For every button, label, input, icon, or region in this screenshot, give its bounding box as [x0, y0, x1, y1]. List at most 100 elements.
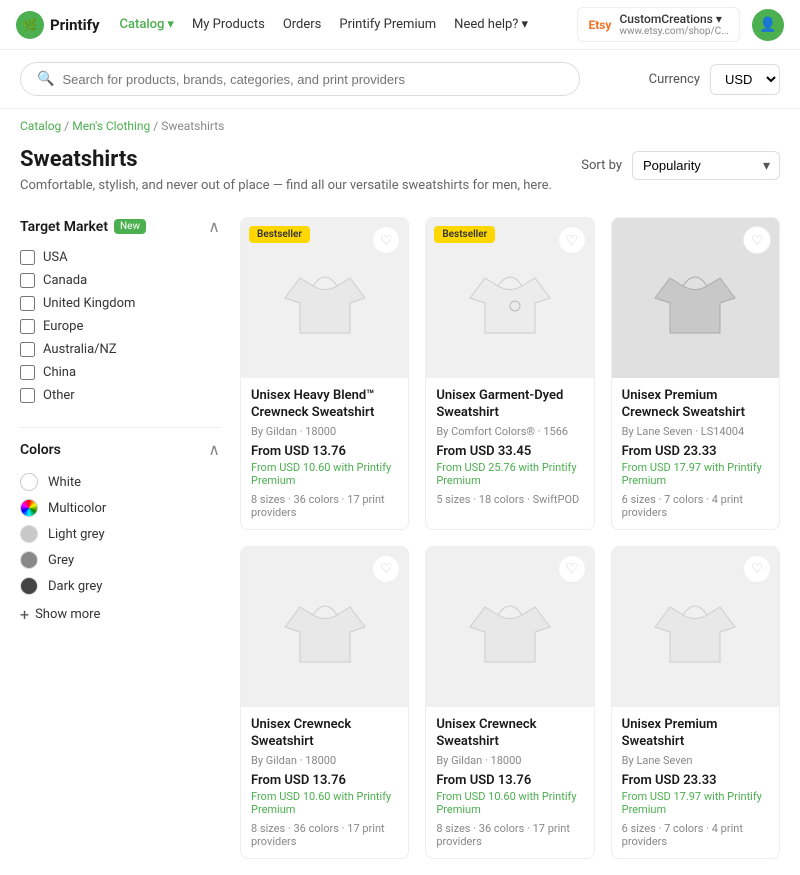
- nav-orders[interactable]: Orders: [283, 17, 322, 32]
- nav-right: Etsy CustomCreations ▾ www.etsy.com/shop…: [577, 7, 784, 42]
- filter-other[interactable]: Other: [20, 384, 220, 407]
- etsy-store-badge[interactable]: Etsy CustomCreations ▾ www.etsy.com/shop…: [577, 7, 740, 42]
- favorite-button-1[interactable]: ♡: [372, 226, 400, 254]
- swatch-multicolor: [20, 499, 38, 517]
- product-price-premium-3: From USD 17.97 with Printify Premium: [622, 461, 769, 487]
- product-info-6: Unisex Premium Sweatshirt By Lane Seven …: [612, 707, 779, 858]
- product-card-5[interactable]: ♡ Unisex Crewneck Sweatshirt By Gildan ·…: [425, 546, 594, 859]
- breadcrumb-catalog[interactable]: Catalog: [20, 119, 61, 133]
- filter-usa[interactable]: USA: [20, 246, 220, 269]
- product-price-1: From USD 13.76: [251, 444, 398, 459]
- checkbox-china[interactable]: [20, 365, 35, 380]
- checkbox-europe[interactable]: [20, 319, 35, 334]
- product-image-2: Bestseller ♡: [426, 218, 593, 378]
- target-market-title: Target Market: [20, 219, 108, 235]
- product-meta-4: 8 sizes · 36 colors · 17 print providers: [251, 822, 398, 848]
- etsy-label: Etsy: [588, 18, 611, 32]
- label-europe: Europe: [43, 319, 83, 334]
- product-price-premium-1: From USD 10.60 with Printify Premium: [251, 461, 398, 487]
- colors-filter: Colors ∧ White Multicolor Light grey Gre…: [20, 440, 220, 630]
- checkbox-other[interactable]: [20, 388, 35, 403]
- bestseller-badge-1: Bestseller: [249, 226, 310, 243]
- show-more-label: Show more: [35, 607, 100, 622]
- product-card-6[interactable]: ♡ Unisex Premium Sweatshirt By Lane Seve…: [611, 546, 780, 859]
- favorite-button-3[interactable]: ♡: [743, 226, 771, 254]
- product-meta-3: 6 sizes · 7 colors · 4 print providers: [622, 493, 769, 519]
- color-grey[interactable]: Grey: [20, 547, 220, 573]
- product-brand-5: By Gildan · 18000: [436, 754, 583, 767]
- sweatshirt-icon-5: [460, 577, 560, 677]
- product-image-5: ♡: [426, 547, 593, 707]
- product-meta-6: 6 sizes · 7 colors · 4 print providers: [622, 822, 769, 848]
- logo[interactable]: 🌿 Printify: [16, 11, 100, 39]
- target-market-header[interactable]: Target Market New ∧: [20, 217, 220, 236]
- filter-uk[interactable]: United Kingdom: [20, 292, 220, 315]
- checkbox-uk[interactable]: [20, 296, 35, 311]
- favorite-button-5[interactable]: ♡: [558, 555, 586, 583]
- product-price-6: From USD 23.33: [622, 773, 769, 788]
- filter-china[interactable]: China: [20, 361, 220, 384]
- colors-header[interactable]: Colors ∧: [20, 440, 220, 459]
- nav-links: Catalog ▾ My Products Orders Printify Pr…: [120, 17, 558, 32]
- search-bar-container: 🔍 Currency USD EUR GBP: [0, 50, 800, 109]
- avatar[interactable]: 👤: [752, 9, 784, 41]
- sweatshirt-icon-1: [275, 248, 375, 348]
- breadcrumb-mens-clothing[interactable]: Men's Clothing: [72, 119, 150, 133]
- currency-label: Currency: [649, 72, 700, 87]
- product-price-premium-6: From USD 17.97 with Printify Premium: [622, 790, 769, 816]
- favorite-button-6[interactable]: ♡: [743, 555, 771, 583]
- product-meta-2: 5 sizes · 18 colors · SwiftPOD: [436, 493, 583, 506]
- favorite-button-2[interactable]: ♡: [558, 226, 586, 254]
- target-market-options: USA Canada United Kingdom Europe Austral…: [20, 246, 220, 407]
- currency-select[interactable]: USD EUR GBP: [710, 64, 780, 95]
- page-title: Sweatshirts: [20, 147, 552, 172]
- sort-label: Sort by: [581, 158, 622, 173]
- label-canada: Canada: [43, 273, 87, 288]
- search-icon: 🔍: [37, 71, 54, 87]
- search-input[interactable]: [62, 72, 563, 87]
- product-name-3: Unisex Premium Crewneck Sweatshirt: [622, 388, 769, 422]
- color-multicolor[interactable]: Multicolor: [20, 495, 220, 521]
- checkbox-usa[interactable]: [20, 250, 35, 265]
- product-brand-1: By Gildan · 18000: [251, 425, 398, 438]
- swatch-white: [20, 473, 38, 491]
- product-card-2[interactable]: Bestseller ♡ Unisex Garment-Dyed Sweatsh…: [425, 217, 594, 530]
- filter-australia[interactable]: Australia/NZ: [20, 338, 220, 361]
- product-name-5: Unisex Crewneck Sweatshirt: [436, 717, 583, 751]
- search-box[interactable]: 🔍: [20, 62, 580, 96]
- sort-select[interactable]: Popularity Price: Low to High Price: Hig…: [632, 151, 780, 180]
- color-white[interactable]: White: [20, 469, 220, 495]
- divider-1: [20, 427, 220, 428]
- checkbox-canada[interactable]: [20, 273, 35, 288]
- show-more-button[interactable]: + Show more: [20, 599, 220, 630]
- nav-premium[interactable]: Printify Premium: [339, 17, 436, 32]
- color-light-grey[interactable]: Light grey: [20, 521, 220, 547]
- product-name-6: Unisex Premium Sweatshirt: [622, 717, 769, 751]
- product-card-3[interactable]: ♡ Unisex Premium Crewneck Sweatshirt By …: [611, 217, 780, 530]
- product-name-2: Unisex Garment-Dyed Sweatshirt: [436, 388, 583, 422]
- filter-europe[interactable]: Europe: [20, 315, 220, 338]
- nav-catalog[interactable]: Catalog ▾: [120, 17, 174, 32]
- breadcrumb: Catalog / Men's Clothing / Sweatshirts: [0, 109, 800, 143]
- product-price-2: From USD 33.45: [436, 444, 583, 459]
- product-name-1: Unisex Heavy Blend™ Crewneck Sweatshirt: [251, 388, 398, 422]
- filter-canada[interactable]: Canada: [20, 269, 220, 292]
- product-image-4: ♡: [241, 547, 408, 707]
- favorite-button-4[interactable]: ♡: [372, 555, 400, 583]
- product-info-2: Unisex Garment-Dyed Sweatshirt By Comfor…: [426, 378, 593, 516]
- product-price-premium-5: From USD 10.60 with Printify Premium: [436, 790, 583, 816]
- nav-my-products[interactable]: My Products: [192, 17, 265, 32]
- product-image-1: Bestseller ♡: [241, 218, 408, 378]
- nav-help[interactable]: Need help? ▾: [454, 17, 528, 32]
- product-price-3: From USD 23.33: [622, 444, 769, 459]
- sweatshirt-icon-2: [460, 248, 560, 348]
- product-price-4: From USD 13.76: [251, 773, 398, 788]
- product-card-1[interactable]: Bestseller ♡ Unisex Heavy Blend™ Crewnec…: [240, 217, 409, 530]
- logo-icon: 🌿: [16, 11, 44, 39]
- sidebar: Target Market New ∧ USA Canada United Ki…: [20, 217, 220, 859]
- label-white: White: [48, 475, 81, 490]
- color-dark-grey[interactable]: Dark grey: [20, 573, 220, 599]
- product-info-5: Unisex Crewneck Sweatshirt By Gildan · 1…: [426, 707, 593, 858]
- product-card-4[interactable]: ♡ Unisex Crewneck Sweatshirt By Gildan ·…: [240, 546, 409, 859]
- checkbox-australia[interactable]: [20, 342, 35, 357]
